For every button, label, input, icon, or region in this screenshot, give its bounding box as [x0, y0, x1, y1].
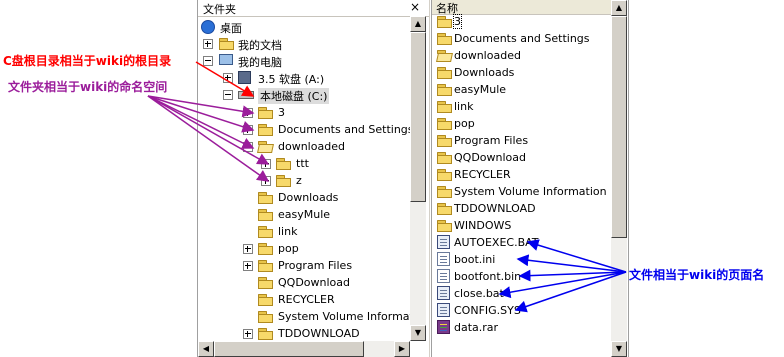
page-name-arrows	[498, 239, 627, 313]
namespace-annotation: 文件夹相当于wiki的命名空间	[8, 80, 168, 94]
namespace-arrows	[147, 95, 270, 182]
page-name-annotation: 文件相当于wiki的页面名	[629, 268, 765, 282]
root-dir-annotation: C盘根目录相当于wiki的根目录	[3, 54, 172, 68]
root-dir-arrow	[195, 61, 255, 97]
